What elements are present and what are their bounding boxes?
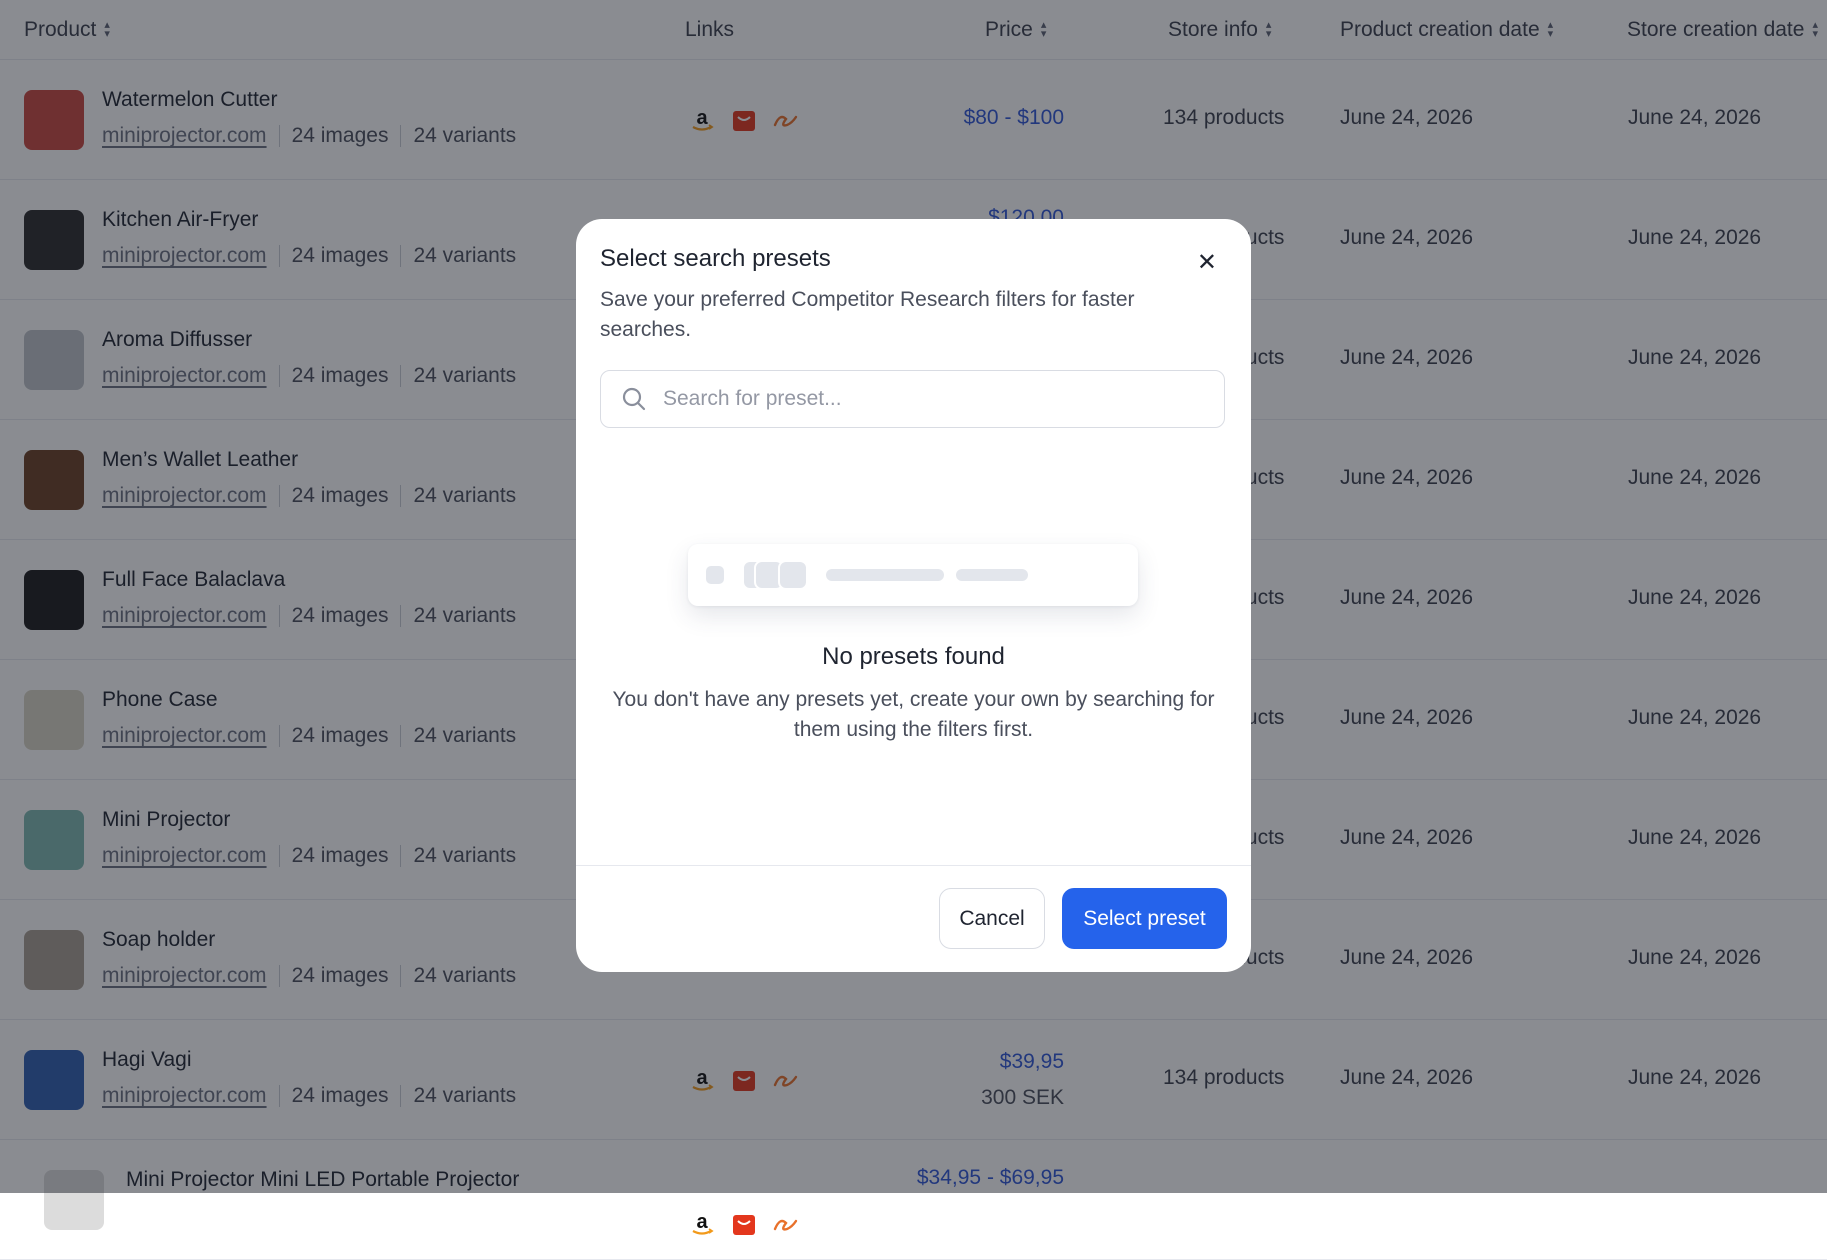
svg-text:a: a bbox=[696, 1211, 708, 1233]
cancel-button[interactable]: Cancel bbox=[939, 888, 1045, 949]
select-preset-button[interactable]: Select preset bbox=[1062, 888, 1227, 949]
marketplace-links: a bbox=[688, 1210, 800, 1238]
modal-subtitle: Save your preferred Competitor Research … bbox=[600, 288, 1135, 341]
empty-state-title: No presets found bbox=[822, 643, 1005, 670]
preset-search-box bbox=[600, 370, 1225, 428]
amazon-icon[interactable]: a bbox=[688, 1210, 716, 1238]
modal-footer-divider bbox=[576, 865, 1251, 866]
modal-title: Select search presets bbox=[600, 245, 831, 272]
close-icon[interactable]: ✕ bbox=[1197, 251, 1217, 275]
aliexpress-icon[interactable] bbox=[772, 1210, 800, 1238]
empty-state-illustration bbox=[688, 544, 1138, 606]
preset-search-input[interactable] bbox=[661, 386, 1205, 412]
shopping-bag-icon[interactable] bbox=[730, 1210, 758, 1238]
select-presets-modal: Select search presets ✕ Save your prefer… bbox=[576, 219, 1251, 972]
empty-state-text: You don't have any presets yet, create y… bbox=[612, 688, 1215, 741]
search-icon bbox=[621, 386, 647, 412]
